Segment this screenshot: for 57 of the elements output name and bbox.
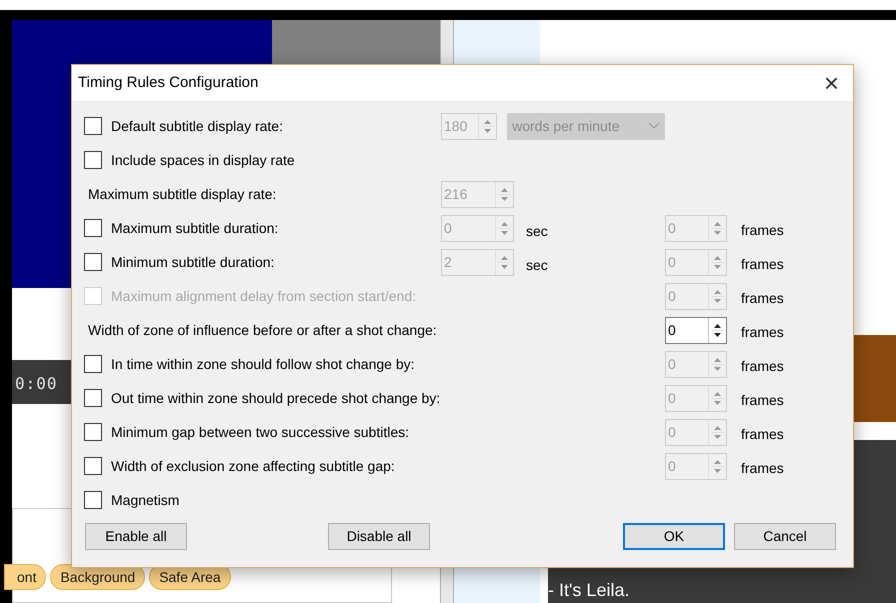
spin-box[interactable]: 0 [665, 452, 727, 480]
dialog-button[interactable]: Cancel [734, 523, 836, 550]
dialog-button[interactable]: OK [623, 523, 725, 550]
checkbox-label: Minimum gap between two successive subtitles: [111, 422, 410, 442]
checkbox[interactable] [84, 219, 102, 237]
unit-label: frames [741, 424, 784, 444]
close-button[interactable]: × [824, 70, 839, 96]
tab[interactable]: ont [4, 564, 46, 590]
spin-box[interactable]: 0 [665, 248, 727, 276]
spin-box[interactable]: 0 [665, 418, 727, 446]
subtitle-line: - It's Leila. [548, 579, 630, 601]
unit-label: frames [741, 254, 784, 274]
unit-label: frames [741, 322, 784, 342]
spin-box[interactable]: 0 [665, 350, 727, 378]
spin-box[interactable]: 0 [665, 316, 727, 344]
checkbox-label: Include spaces in display rate [111, 150, 295, 170]
checkbox-label: In time within zone should follow shot change by: [111, 354, 415, 374]
unit-label: frames [741, 288, 784, 308]
chevron-down-icon [648, 122, 660, 130]
unit-label: sec [526, 222, 548, 240]
checkbox-label: Width of exclusion zone affecting subtitle gap: [111, 456, 395, 476]
checkbox[interactable] [84, 355, 102, 373]
timecode: 0:00 [15, 373, 58, 395]
dialog-button[interactable]: Enable all [85, 523, 187, 550]
spin-box[interactable]: 2 [441, 248, 514, 276]
dialog-button[interactable]: Disable all [328, 523, 430, 550]
unit-label: frames [741, 356, 784, 376]
checkbox[interactable] [84, 389, 102, 407]
unit-label: frames [741, 390, 784, 410]
spin-box[interactable]: 0 [441, 214, 514, 242]
unit-label: frames [741, 220, 784, 240]
checkbox-label: Maximum subtitle duration: [111, 218, 278, 238]
spinner-arrows-icon[interactable] [708, 318, 726, 342]
unit-label: sec [526, 256, 548, 274]
checkbox-label: Out time within zone should precede shot change by: [111, 388, 440, 408]
unit-label: frames [741, 458, 784, 478]
checkbox-label: Default subtitle display rate: [111, 116, 283, 136]
timeline-bar [12, 360, 72, 404]
checkbox[interactable] [84, 117, 102, 135]
spin-box[interactable]: 0 [665, 214, 727, 242]
field-label: Width of zone of influence before or after a shot change: [87, 320, 437, 340]
checkbox[interactable] [84, 253, 102, 271]
checkbox[interactable] [84, 457, 102, 475]
field-label: Maximum subtitle display rate: [87, 184, 276, 204]
window-title: Timing Rules Configuration [78, 72, 258, 93]
checkbox[interactable] [84, 491, 102, 509]
dropdown[interactable]: words per minute [507, 112, 665, 140]
splitter[interactable] [440, 568, 454, 603]
spin-box[interactable]: 216 [441, 180, 514, 208]
spin-box[interactable]: 180 [441, 112, 498, 140]
splitter[interactable] [440, 20, 454, 64]
checkbox[interactable] [84, 151, 102, 169]
checkbox-label: Magnetism [111, 490, 180, 510]
checkbox-label: Minimum subtitle duration: [111, 252, 274, 272]
checkbox-label: Maximum alignment delay from section start/end: [111, 286, 416, 306]
spin-box[interactable]: 0 [665, 384, 727, 412]
checkbox[interactable] [84, 423, 102, 441]
